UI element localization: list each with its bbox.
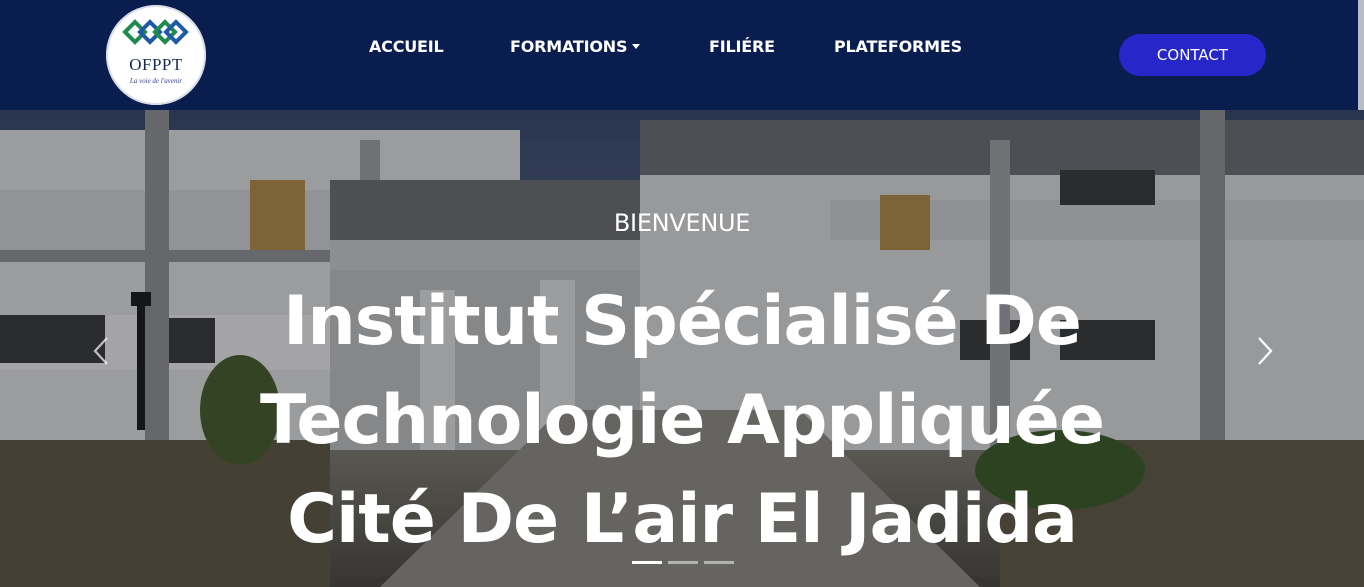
nav-item-label: ACCUEIL [369, 37, 444, 56]
logo-wordmark: OFPPT [129, 55, 183, 74]
nav-item-plateformes[interactable]: PLATEFORMES [834, 37, 962, 56]
carousel-indicator[interactable] [632, 561, 662, 564]
page-scrollbar[interactable] [1358, 0, 1364, 110]
nav-item-filiere[interactable]: FILIÉRE [709, 37, 775, 56]
nav-item-accueil[interactable]: ACCUEIL [369, 37, 444, 56]
contact-button[interactable]: CONTACT [1119, 34, 1266, 76]
hero-title-line: Technologie Appliquée [259, 381, 1105, 460]
chevron-right-icon [1258, 337, 1273, 365]
carousel-indicator[interactable] [704, 561, 734, 564]
logo-emblem [122, 19, 189, 45]
ofppt-logo[interactable]: OFPPT La voie de l'avenir [106, 5, 206, 105]
nav-item-label: FILIÉRE [709, 37, 775, 56]
chevron-left-icon [93, 337, 108, 365]
nav-item-label: PLATEFORMES [834, 37, 962, 56]
top-navbar: OFPPT La voie de l'avenir ACCUEIL FORMAT… [0, 0, 1364, 110]
caret-down-icon [632, 44, 641, 49]
hero-title-line: Institut Spécialisé De [283, 282, 1082, 361]
nav-item-label: FORMATIONS [510, 37, 628, 56]
hero-title-line: Cité De L’air El Jadida [287, 480, 1078, 559]
nav-item-formations[interactable]: FORMATIONS [510, 37, 641, 56]
carousel-indicators [632, 561, 734, 565]
carousel-prev-button[interactable] [86, 336, 116, 366]
logo-tagline: La voie de l'avenir [129, 77, 183, 85]
carousel-indicator[interactable] [668, 561, 698, 564]
contact-button-label: CONTACT [1156, 46, 1229, 64]
carousel-next-button[interactable] [1250, 336, 1280, 366]
hero-carousel: BIENVENUE Institut Spécialisé De Technol… [0, 110, 1364, 587]
hero-eyebrow: BIENVENUE [613, 209, 751, 237]
hero-title: Institut Spécialisé De Technologie Appli… [182, 272, 1182, 569]
